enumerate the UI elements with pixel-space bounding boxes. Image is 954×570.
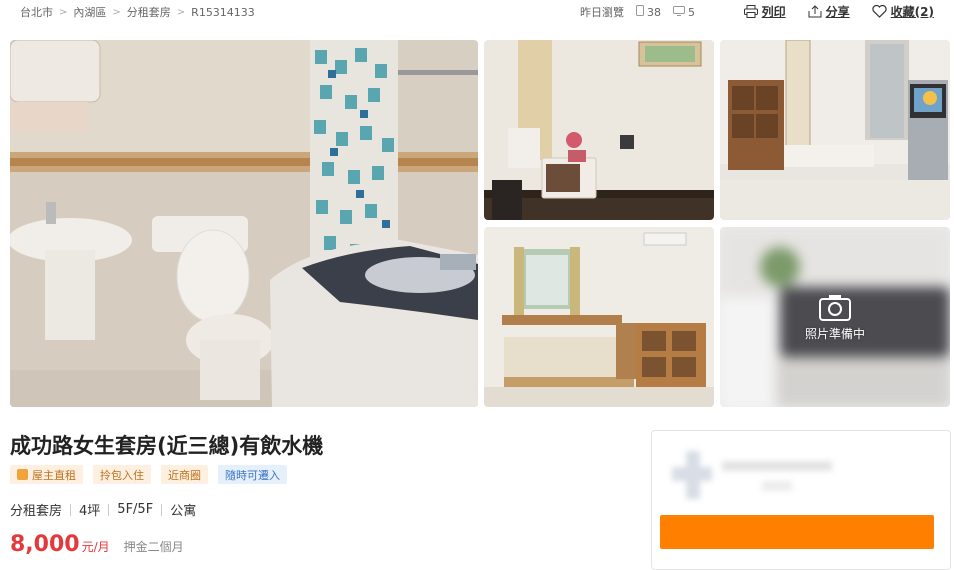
contact-button[interactable] bbox=[660, 515, 934, 549]
spec-type: 分租套房 bbox=[10, 504, 63, 519]
contact-card bbox=[651, 430, 951, 570]
favorite-label: 收藏(2) bbox=[890, 5, 934, 19]
tag-list: 屋主直租 拎包入住 近商圈 隨時可遷入 bbox=[10, 465, 297, 484]
heart-icon bbox=[872, 5, 887, 18]
photo-placeholder[interactable]: 照片準備中 bbox=[720, 227, 950, 407]
view-stats: 昨日瀏覽 38 5 bbox=[580, 4, 695, 20]
view-count: 38 bbox=[647, 5, 661, 19]
chevron-right-icon: > bbox=[176, 6, 186, 18]
photo-room-entrance[interactable] bbox=[720, 40, 950, 220]
share-icon bbox=[808, 5, 822, 18]
tag-move-in: 隨時可遷入 bbox=[218, 465, 287, 484]
comment-count: 5 bbox=[688, 5, 695, 19]
photo-desk-microwave[interactable] bbox=[484, 40, 714, 220]
chevron-right-icon: > bbox=[59, 6, 68, 18]
price-value: 8,000 bbox=[10, 532, 80, 557]
spec-floor: 5F/5F bbox=[117, 502, 154, 517]
print-label: 列印 bbox=[761, 5, 786, 19]
action-bar: 列印 分享 收藏(2) bbox=[722, 3, 934, 20]
print-button[interactable]: 列印 bbox=[743, 3, 786, 20]
camera-icon bbox=[819, 294, 851, 321]
photo-pending-overlay: 照片準備中 bbox=[720, 227, 950, 407]
share-label: 分享 bbox=[825, 5, 850, 19]
house-icon bbox=[17, 469, 28, 480]
breadcrumb-district[interactable]: 內湖區 bbox=[73, 4, 106, 20]
photo-pending-label: 照片準備中 bbox=[804, 326, 865, 341]
spec-building: 公寓 bbox=[170, 504, 197, 519]
phone-icon bbox=[636, 5, 644, 19]
breadcrumb-id: R15314133 bbox=[191, 5, 255, 19]
price-block: 8,000 元/月 押金二個月 bbox=[10, 532, 184, 557]
viewed-label: 昨日瀏覽 bbox=[580, 6, 624, 19]
tag-furnished: 拎包入住 bbox=[93, 465, 151, 484]
price-unit: 元/月 bbox=[81, 540, 110, 554]
breadcrumb-type[interactable]: 分租套房 bbox=[127, 4, 171, 20]
tag-label: 屋主直租 bbox=[32, 468, 76, 482]
owner-name-blurred bbox=[722, 461, 832, 471]
tag-near-shops: 近商圈 bbox=[161, 465, 208, 484]
main-photo-bathroom[interactable] bbox=[10, 40, 478, 407]
divider bbox=[108, 503, 110, 516]
tag-owner-direct: 屋主直租 bbox=[10, 465, 83, 484]
top-bar: 台北市 > 內湖區 > 分租套房 > R15314133 昨日瀏覽 38 5 列… bbox=[0, 0, 954, 28]
divider bbox=[161, 503, 163, 516]
avatar bbox=[672, 451, 712, 499]
deposit-info: 押金二個月 bbox=[123, 540, 184, 554]
breadcrumb: 台北市 > 內湖區 > 分租套房 > R15314133 bbox=[20, 4, 255, 20]
breadcrumb-city[interactable]: 台北市 bbox=[20, 4, 53, 20]
spec-size: 4坪 bbox=[79, 504, 101, 519]
spec-list: 分租套房 4坪 5F/5F 公寓 bbox=[10, 500, 196, 519]
favorite-button[interactable]: 收藏(2) bbox=[872, 3, 934, 20]
photo-bedroom[interactable] bbox=[484, 227, 714, 407]
printer-icon bbox=[743, 5, 758, 18]
chevron-right-icon: > bbox=[112, 6, 121, 18]
monitor-icon bbox=[673, 5, 685, 19]
share-button[interactable]: 分享 bbox=[808, 3, 850, 20]
listing-title: 成功路女生套房(近三總)有飲水機 bbox=[10, 434, 324, 458]
owner-info-blurred bbox=[762, 481, 792, 491]
divider bbox=[70, 503, 72, 516]
